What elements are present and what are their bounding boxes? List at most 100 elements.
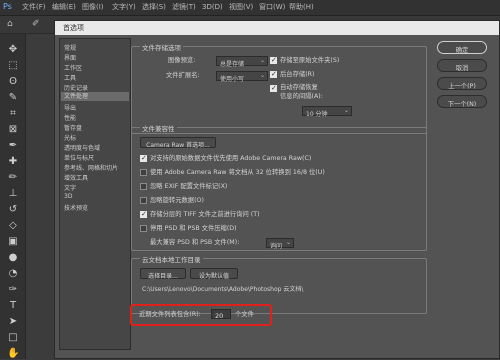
maximize-compatibility-select[interactable]: 询问 ⌄ [266, 238, 294, 250]
save-original-folder-checkbox[interactable] [270, 56, 277, 64]
compat-option-checkbox[interactable] [140, 154, 147, 162]
category-item[interactable]: 透明度与色域 [64, 143, 100, 152]
chevron-down-icon: ⌄ [259, 57, 265, 64]
menu-help[interactable]: 帮助(H) [289, 4, 314, 11]
menu-3d[interactable]: 3D(D) [202, 4, 223, 11]
category-item[interactable]: 工具 [64, 73, 76, 82]
category-item[interactable]: 文字 [64, 183, 76, 192]
file-extension-select[interactable]: 使用小写 ⌄ [216, 71, 268, 83]
save-options-group: 文件存储选项 图像预览: 总是存储 ⌄ 文件扩展名: 使用小写 ⌄ 存储至原始文… [131, 42, 427, 134]
category-item[interactable]: 单位与标尺 [64, 153, 94, 162]
compat-option-label: 存储分层的 TIFF 文件之前进行询问 (T) [150, 211, 260, 218]
preferences-dialog: 首选项 常规 界面 工作区 工具 历史记录 文件处理 导出 性能 暂存盘 光标 … [54, 20, 500, 359]
blur-tool-icon[interactable]: ● [7, 252, 19, 264]
previous-button[interactable]: 上一个(P) [437, 77, 487, 90]
eyedropper-tool-icon[interactable]: ✒ [7, 140, 19, 152]
category-item-selected[interactable]: 文件处理 [61, 92, 129, 101]
menu-edit[interactable]: 编辑(E) [52, 4, 76, 11]
clone-stamp-tool-icon[interactable]: ⊥ [7, 188, 19, 200]
menu-view[interactable]: 视图(V) [229, 4, 253, 11]
cancel-button[interactable]: 取消 [437, 59, 487, 72]
category-item[interactable]: 3D [64, 193, 72, 200]
set-default-button[interactable]: 设为默认值 [190, 268, 238, 280]
category-item[interactable]: 技术预览 [64, 203, 88, 212]
category-item[interactable]: 历史记录 [64, 83, 88, 92]
category-list: 常规 界面 工作区 工具 历史记录 文件处理 导出 性能 暂存盘 光标 透明度与… [59, 38, 131, 350]
ok-button[interactable]: 确定 [437, 41, 487, 54]
category-item[interactable]: 常规 [64, 43, 76, 52]
menu-file[interactable]: 文件(F) [22, 4, 46, 11]
image-preview-value: 总是存储 [220, 60, 245, 68]
home-icon[interactable]: ⌂ [7, 20, 13, 29]
auto-save-label-1: 自动存储恢复 [280, 84, 318, 91]
eraser-tool-icon[interactable]: ◇ [7, 220, 19, 232]
crop-tool-icon[interactable]: ⌗ [7, 108, 19, 120]
compat-option-checkbox[interactable] [140, 210, 147, 218]
history-brush-tool-icon[interactable]: ↺ [7, 204, 19, 216]
compat-option-label: 停用 PSD 和 PSB 文件压缩(D) [150, 225, 237, 232]
type-tool-icon[interactable]: T [7, 300, 19, 312]
cancel-label: 取消 [455, 65, 469, 72]
menu-bar: Ps 文件(F) 编辑(E) 图像(I) 文字(Y) 选择(S) 滤镜(T) 3… [0, 0, 500, 16]
dodge-tool-icon[interactable]: ◔ [7, 268, 19, 280]
gradient-tool-icon[interactable]: ▣ [7, 236, 19, 248]
file-extension-label: 文件扩展名: [166, 72, 200, 79]
menu-type[interactable]: 文字(Y) [112, 4, 136, 11]
next-label: 下一个(N) [447, 101, 477, 108]
image-preview-select[interactable]: 总是存储 ⌄ [216, 56, 268, 68]
compat-option-label: 对支持的原始数据文件优先使用 Adobe Camera Raw(C) [150, 155, 312, 162]
category-item[interactable]: 工作区 [64, 63, 82, 72]
menu-select[interactable]: 选择(S) [142, 4, 166, 11]
compat-option-checkbox[interactable] [140, 197, 147, 204]
dialog-titlebar: 首选项 [55, 21, 499, 35]
cloud-directory-path: C:\Users\Lenovo\Documents\Adobe\Photosho… [142, 286, 304, 293]
category-item[interactable]: 增效工具 [64, 173, 88, 182]
menu-image[interactable]: 图像(I) [82, 4, 104, 11]
rectangle-tool-icon[interactable]: □ [7, 332, 19, 344]
brush-preset-icon[interactable]: ✐ [32, 20, 40, 29]
background-save-label: 后台存储(R) [280, 71, 315, 78]
frame-tool-icon[interactable]: ⊠ [7, 124, 19, 136]
ok-label: 确定 [455, 47, 469, 54]
brush-tool-icon[interactable]: ✏ [7, 172, 19, 184]
maximize-compatibility-label: 最大兼容 PSD 和 PSB 文件(M): [150, 239, 240, 246]
chevron-down-icon: ⌄ [259, 72, 265, 79]
auto-save-interval-select[interactable]: 10 分钟 ⌄ [302, 106, 352, 118]
cloud-directory-title: 云文档本地工作目录 [140, 254, 203, 264]
tools-panel: ✥ ⬚ ʘ ✎ ⌗ ⊠ ✒ ✚ ✏ ⊥ ↺ ◇ ▣ ● ◔ ✑ T ➤ □ ✋ [0, 34, 26, 359]
choose-directory-label: 选择目录... [148, 273, 178, 280]
compat-option-label: 使用 Adobe Camera Raw 将文档从 32 位转换到 16/8 位(… [150, 169, 325, 176]
auto-save-interval-value: 10 分钟 [306, 110, 328, 118]
file-extension-value: 使用小写 [220, 75, 245, 83]
marquee-tool-icon[interactable]: ⬚ [7, 60, 19, 72]
compat-option-checkbox[interactable] [140, 169, 147, 176]
camera-raw-preferences-label: Camera Raw 首选项... [146, 142, 210, 149]
compat-option-checkbox[interactable] [140, 183, 147, 190]
category-item[interactable]: 性能 [64, 113, 76, 122]
category-item[interactable]: 界面 [64, 53, 76, 62]
next-button[interactable]: 下一个(N) [437, 95, 487, 108]
annotation-highlight [130, 304, 272, 326]
dialog-title: 首选项 [63, 24, 84, 32]
compat-option-checkbox[interactable] [140, 225, 147, 232]
auto-save-checkbox[interactable] [270, 84, 277, 92]
healing-brush-tool-icon[interactable]: ✚ [7, 156, 19, 168]
category-item[interactable]: 导出 [64, 103, 76, 112]
image-preview-label: 图像预览: [168, 57, 196, 64]
menu-filter[interactable]: 滤镜(T) [172, 4, 196, 11]
move-tool-icon[interactable]: ✥ [7, 44, 19, 56]
quick-select-tool-icon[interactable]: ✎ [7, 92, 19, 104]
pen-tool-icon[interactable]: ✑ [7, 284, 19, 296]
compat-option-label: 忽略 EXIF 配置文件标记(X) [150, 183, 228, 190]
background-save-checkbox[interactable] [270, 70, 277, 78]
save-options-title: 文件存储选项 [140, 42, 183, 52]
category-item[interactable]: 参考线、网格和切片 [64, 163, 118, 172]
hand-tool-icon[interactable]: ✋ [7, 348, 19, 360]
camera-raw-preferences-button[interactable]: Camera Raw 首选项... [140, 137, 216, 149]
path-select-tool-icon[interactable]: ➤ [7, 316, 19, 328]
category-item[interactable]: 光标 [64, 133, 76, 142]
menu-window[interactable]: 窗口(W) [259, 4, 285, 11]
category-item[interactable]: 暂存盘 [64, 123, 82, 132]
lasso-tool-icon[interactable]: ʘ [7, 76, 19, 88]
choose-directory-button[interactable]: 选择目录... [140, 268, 186, 280]
